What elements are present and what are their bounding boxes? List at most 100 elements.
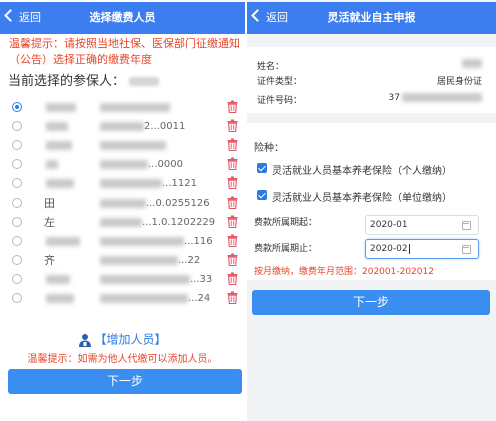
period-start-input[interactable]: 2020-01: [365, 215, 479, 235]
insurance-type-label: 险种：: [254, 143, 284, 154]
chevron-left-icon: [251, 9, 264, 22]
person-radio[interactable]: [12, 178, 22, 188]
period-end-value: 2020-02: [370, 244, 408, 254]
person-row[interactable]: ...116: [0, 233, 245, 251]
delete-icon[interactable]: [227, 291, 238, 304]
header-bar: 返回 灵活就业自主申报: [247, 2, 496, 34]
person-row[interactable]: [0, 137, 245, 155]
person-name-visible: 齐: [44, 254, 55, 267]
cert-no-label: 证件号码：: [257, 96, 303, 106]
person-id: ...22: [100, 255, 200, 266]
next-step-button[interactable]: 下一步: [8, 369, 242, 394]
current-insured-person: 当前选择的参保人：: [8, 70, 160, 89]
person-radio[interactable]: [12, 102, 22, 112]
person-name: [44, 121, 68, 132]
calendar-icon: [462, 245, 471, 254]
person-radio[interactable]: [12, 159, 22, 169]
delete-icon[interactable]: [227, 272, 238, 285]
period-start-label: 费款所属期起：: [254, 218, 318, 228]
person-id: ...24: [100, 293, 210, 304]
insurance-label-personal: 灵活就业人员基本养老保险（个人缴纳）: [272, 166, 452, 177]
period-end-label: 费款所属期止：: [254, 244, 318, 254]
period-start-value: 2020-01: [370, 220, 408, 230]
self-declaration-screen: 返回 灵活就业自主申报 姓名： 证件类型： 居民身份证 证件号码： 37 险种：…: [247, 0, 496, 421]
add-person-hint: 温馨提示：如需为他人代缴可以添加人员。: [27, 354, 218, 365]
redacted-name: [129, 77, 160, 86]
next-step-button[interactable]: 下一步: [252, 290, 490, 315]
person-name: 左: [44, 217, 55, 228]
person-name: [44, 236, 80, 247]
person-row[interactable]: 左 ...1.0.1202229: [0, 214, 245, 232]
person-id: [100, 140, 166, 151]
delete-icon[interactable]: [227, 253, 238, 266]
personal-info-card: 姓名： 证件类型： 居民身份证 证件号码： 37: [247, 47, 496, 113]
insurance-checkbox-employer[interactable]: [257, 190, 267, 200]
person-name: 齐: [44, 255, 55, 266]
person-row[interactable]: 齐 ...22: [0, 252, 245, 270]
person-radio[interactable]: [12, 140, 22, 150]
chevron-left-icon: [4, 9, 17, 22]
person-id: [100, 102, 170, 113]
person-row[interactable]: ...33: [0, 271, 245, 289]
person-name: [44, 274, 70, 285]
person-name-visible: 左: [44, 216, 55, 229]
add-person-row: 【增加人员】: [0, 330, 245, 348]
delete-icon[interactable]: [227, 100, 238, 113]
person-row[interactable]: ...1121: [0, 175, 245, 193]
person-radio[interactable]: [12, 236, 22, 246]
payment-range-note: 按月缴纳，缴费年月范围：202001-202012: [254, 267, 434, 277]
person-id: ...33: [100, 274, 212, 285]
person-id-visible: ...1121: [162, 178, 197, 189]
add-person-icon[interactable]: [78, 333, 92, 347]
header-bar: 返回 选择缴费人员: [0, 2, 245, 34]
cert-no-value: 37: [389, 93, 482, 103]
person-row[interactable]: 2...0011: [0, 118, 245, 136]
person-id-visible: ...24: [188, 293, 211, 304]
person-radio[interactable]: [12, 198, 22, 208]
person-id: ...116: [100, 236, 213, 247]
period-end-input[interactable]: 2020-02: [365, 239, 479, 259]
person-radio[interactable]: [12, 274, 22, 284]
person-row[interactable]: ...0000: [0, 156, 245, 174]
back-button[interactable]: 返回: [251, 2, 288, 34]
delete-icon[interactable]: [227, 234, 238, 247]
person-id-visible: 2...0011: [144, 121, 186, 132]
back-label: 返回: [19, 11, 41, 24]
select-payer-screen: 返回 选择缴费人员 温馨提示：请按照当地社保、医保部门征缴通知（公告）选择正确的…: [0, 0, 245, 421]
person-id: ...1121: [100, 178, 197, 189]
back-button[interactable]: 返回: [4, 2, 41, 34]
add-person-button[interactable]: 【增加人员】: [94, 333, 166, 347]
person-row[interactable]: ...24: [0, 290, 245, 308]
delete-icon[interactable]: [227, 138, 238, 151]
delete-icon[interactable]: [227, 157, 238, 170]
person-radio[interactable]: [12, 255, 22, 265]
delete-icon[interactable]: [227, 176, 238, 189]
person-radio[interactable]: [12, 217, 22, 227]
person-id-visible: ...22: [178, 255, 201, 266]
name-value: [462, 58, 482, 68]
insurance-checkbox-personal[interactable]: [257, 163, 267, 173]
person-id-visible: ...0.0255126: [146, 198, 210, 209]
person-name: 田: [44, 198, 55, 209]
current-insured-label: 当前选择的参保人：: [8, 74, 126, 89]
delete-icon[interactable]: [227, 196, 238, 209]
name-label: 姓名：: [257, 62, 285, 72]
person-name: [44, 102, 76, 113]
person-radio[interactable]: [12, 121, 22, 131]
cert-no-prefix: 37: [388, 93, 400, 103]
delete-icon[interactable]: [227, 119, 238, 132]
person-id-visible: ...33: [190, 274, 213, 285]
text-cursor: [408, 243, 410, 254]
delete-icon[interactable]: [227, 215, 238, 228]
person-radio[interactable]: [12, 293, 22, 303]
person-id-visible: ...116: [184, 236, 213, 247]
person-id: 2...0011: [100, 121, 185, 132]
person-id: ...1.0.1202229: [100, 217, 215, 228]
insurance-form-card: 险种： 灵活就业人员基本养老保险（个人缴纳） 灵活就业人员基本养老保险（单位缴纳…: [247, 123, 496, 280]
person-name: [44, 178, 74, 189]
person-id-visible: ...0000: [148, 159, 183, 170]
person-row[interactable]: [0, 99, 245, 117]
person-row[interactable]: 田 ...0.0255126: [0, 195, 245, 213]
person-id-visible: ...1.0.1202229: [142, 217, 216, 228]
calendar-icon: [462, 221, 471, 230]
